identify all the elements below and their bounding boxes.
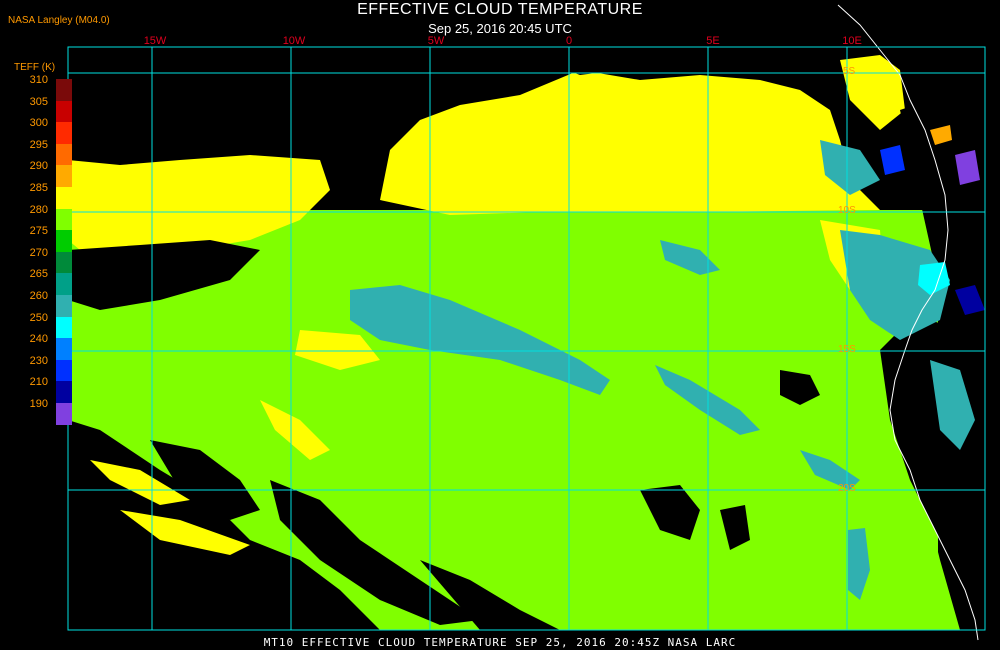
lon-label-0: 0 <box>565 35 573 47</box>
legend-swatch-300 <box>56 122 72 144</box>
legend-label-190: 190 <box>29 398 48 410</box>
legend-swatch-265 <box>56 273 72 295</box>
legend-swatch-280 <box>56 208 72 231</box>
lon-label-5w: 5W <box>427 35 445 47</box>
legend-swatch-230 <box>56 359 72 382</box>
legend-swatch-275 <box>56 230 72 252</box>
legend-label-210: 210 <box>29 376 48 389</box>
lon-label-10e: 10E <box>842 35 862 47</box>
color-legend: 310 305 300 295 290 285 280 275 270 265 260 250 240 2… <box>0 0 80 440</box>
lat-label-20s: 20S <box>838 483 856 494</box>
legend-swatch-250 <box>56 316 72 339</box>
legend-label-240: 240 <box>29 333 48 346</box>
legend-label-290: 290 <box>29 160 48 173</box>
lon-label-15w: 15W <box>143 35 167 47</box>
lat-label-15s: 15S <box>838 344 856 355</box>
satellite-map <box>67 4 990 641</box>
legend-label-275: 275 <box>29 225 48 238</box>
lon-label-5e: 5E <box>706 35 720 47</box>
legend-swatch-240 <box>56 338 72 360</box>
legend-label-300: 300 <box>29 117 48 130</box>
legend-swatch-305 <box>56 100 72 123</box>
cloud-field-yellow-north <box>380 70 880 215</box>
legend-label-230: 230 <box>29 354 48 367</box>
legend-label-310: 310 <box>29 74 48 86</box>
legend-swatch-285 <box>56 187 72 209</box>
lon-label-10w: 10W <box>282 35 306 47</box>
legend-swatch-290 <box>56 165 72 187</box>
lat-label-5s: 5S <box>843 66 856 77</box>
legend-swatch-260 <box>56 295 72 317</box>
legend-label-250: 250 <box>29 311 48 324</box>
legend-label-285: 285 <box>29 182 48 194</box>
legend-swatch-190 <box>56 403 72 425</box>
map-datetime: Sep 25, 2016 20:45 UTC <box>428 21 572 36</box>
legend-swatch-295 <box>56 143 72 166</box>
legend-label-260: 260 <box>29 290 48 302</box>
legend-label-305: 305 <box>29 95 48 108</box>
legend-swatch-270 <box>56 251 72 274</box>
legend-label-265: 265 <box>29 268 48 281</box>
legend-label-270: 270 <box>29 246 48 259</box>
footer-caption: MT10 EFFECTIVE CLOUD TEMPERATURE SEP 25,… <box>263 636 737 649</box>
map-title: EFFECTIVE CLOUD TEMPERATURE <box>357 1 643 18</box>
legend-label-280: 280 <box>29 203 48 216</box>
legend-swatch-310 <box>56 79 72 101</box>
lat-label-10s: 10S <box>838 205 856 216</box>
legend-label-295: 295 <box>29 138 48 151</box>
legend-swatch-210 <box>56 381 72 403</box>
